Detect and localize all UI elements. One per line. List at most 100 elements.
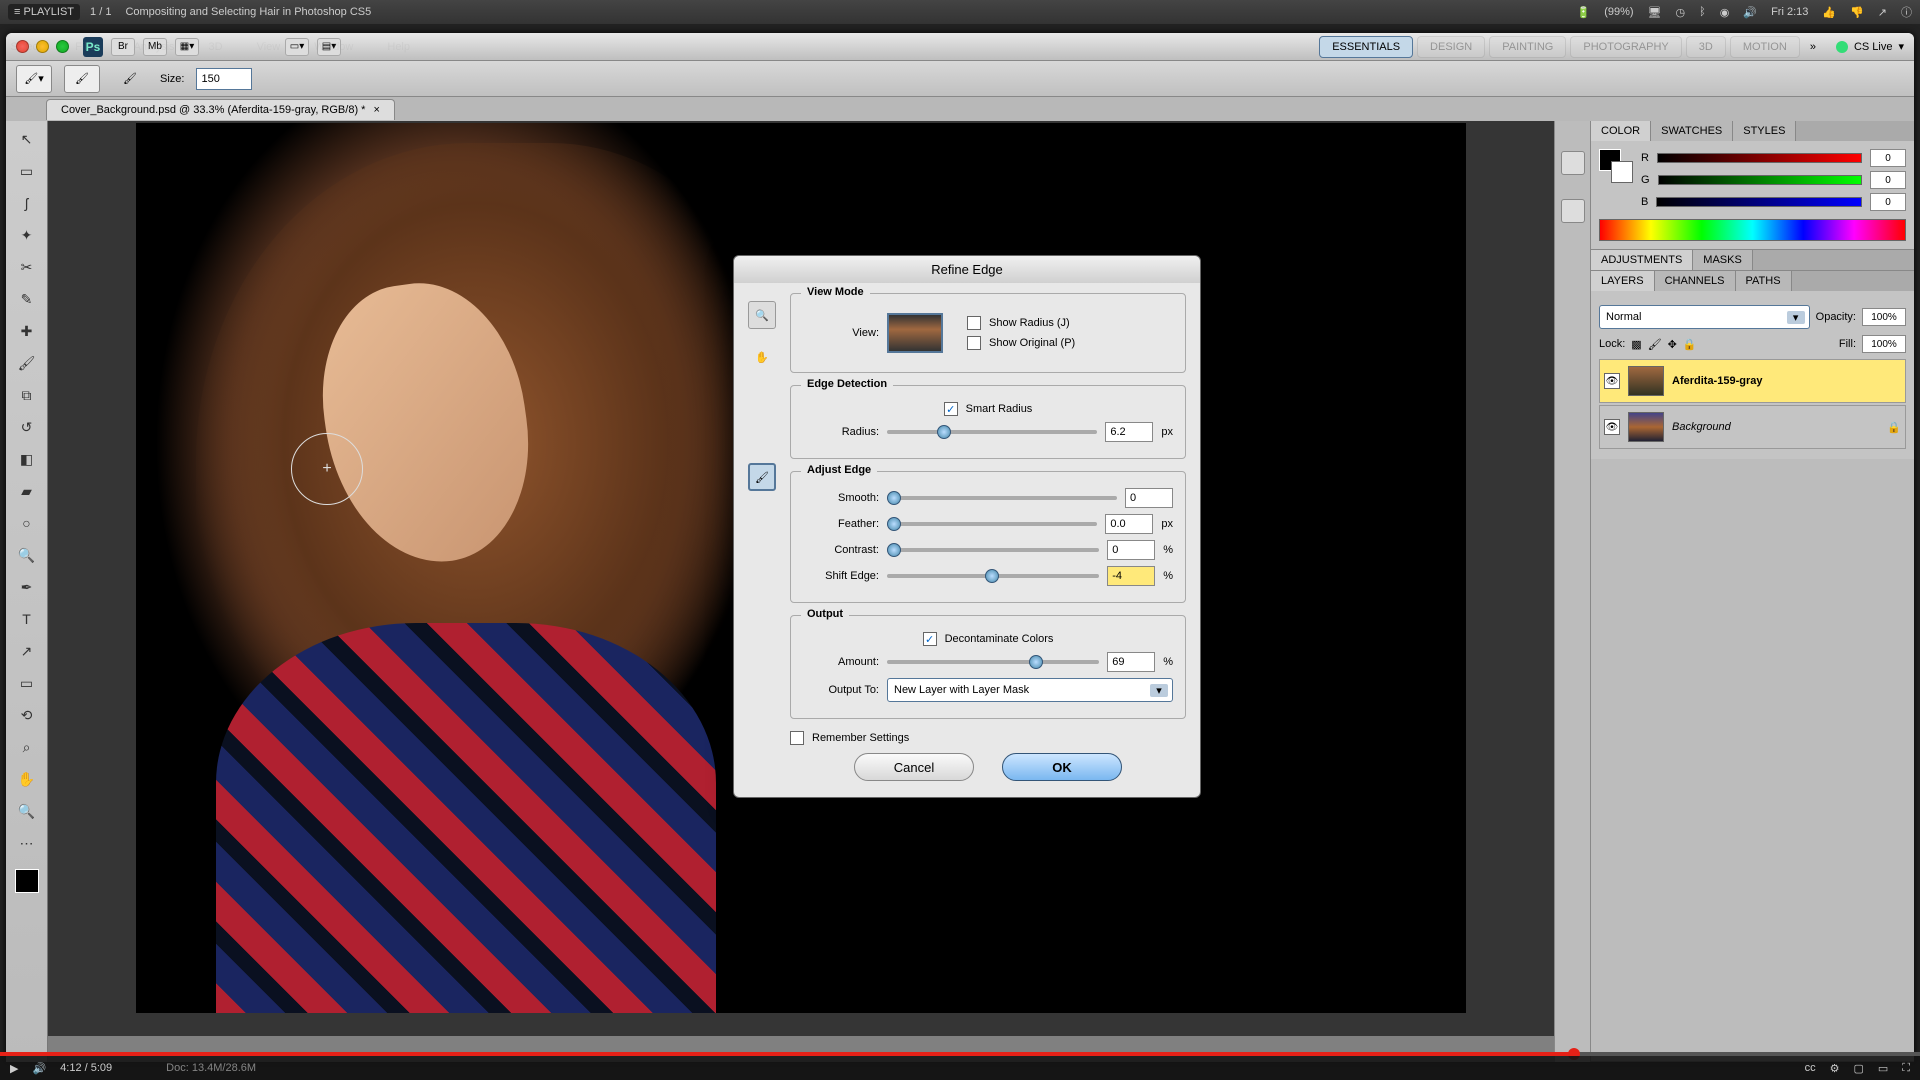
channels-tab[interactable]: CHANNELS [1655, 271, 1736, 291]
layers-tab[interactable]: LAYERS [1591, 271, 1655, 291]
crop-tool[interactable]: ✂ [12, 253, 42, 281]
g-slider[interactable] [1658, 175, 1862, 185]
play-button[interactable]: ▶ [10, 1062, 18, 1075]
menu-select[interactable]: Select [11, 41, 42, 53]
path-select-tool[interactable]: ↗ [12, 637, 42, 665]
yt-share-icon[interactable]: ↗ [1878, 6, 1887, 19]
lock-all-icon[interactable]: 🔒 [1683, 338, 1697, 351]
refine-radius-tool[interactable]: 🖌 [748, 463, 776, 491]
lasso-tool[interactable]: ʃ [12, 189, 42, 217]
workspace-essentials[interactable]: ESSENTIALS [1319, 36, 1413, 58]
r-slider[interactable] [1657, 153, 1862, 163]
blend-mode-select[interactable]: Normal [1599, 305, 1810, 329]
document-tab-close-icon[interactable]: × [373, 104, 379, 116]
show-radius-checkbox[interactable] [967, 316, 981, 330]
menu-view[interactable]: View [257, 41, 281, 53]
properties-panel-icon[interactable] [1561, 199, 1585, 223]
pen-tool[interactable]: ✒ [12, 573, 42, 601]
contrast-slider[interactable] [887, 548, 1099, 552]
adjustments-tab[interactable]: ADJUSTMENTS [1591, 250, 1693, 270]
output-to-select[interactable]: New Layer with Layer Mask [887, 678, 1173, 702]
layer-row[interactable]: 👁 Background 🔒 [1599, 405, 1906, 449]
hand-tool[interactable]: ✋ [12, 765, 42, 793]
eraser-tool[interactable]: ◧ [12, 445, 42, 473]
remember-settings-checkbox[interactable] [790, 731, 804, 745]
ok-button[interactable]: OK [1002, 753, 1122, 781]
3d-tool[interactable]: ⟲ [12, 701, 42, 729]
lock-pixels-icon[interactable]: 🖌 [1648, 338, 1662, 351]
move-tool[interactable]: ↖ [12, 125, 42, 153]
workspace-motion[interactable]: MOTION [1730, 36, 1800, 58]
cc-button[interactable]: cc [1805, 1062, 1816, 1074]
yt-dislike-icon[interactable]: 👎 [1850, 6, 1864, 19]
history-panel-icon[interactable] [1561, 151, 1585, 175]
layer-visibility-icon[interactable]: 👁 [1604, 419, 1620, 435]
3d-camera-tool[interactable]: ⌕ [12, 733, 42, 761]
bg-swatch[interactable] [1611, 161, 1633, 183]
smooth-input[interactable] [1125, 488, 1173, 508]
dodge-tool[interactable]: 🔍 [12, 541, 42, 569]
view-thumbnail-select[interactable] [887, 313, 943, 353]
amount-input[interactable] [1107, 652, 1155, 672]
contrast-input[interactable] [1107, 540, 1155, 560]
foreground-color-swatch[interactable] [15, 869, 39, 893]
healing-tool[interactable]: ✚ [12, 317, 42, 345]
miniplayer-icon[interactable]: ▢ [1853, 1062, 1863, 1075]
smart-radius-checkbox[interactable]: ✓ [944, 402, 958, 416]
menu-help[interactable]: Help [387, 41, 410, 53]
zoom-tool-icon[interactable]: 🔍 [748, 301, 776, 329]
opacity-input[interactable] [1862, 308, 1906, 326]
b-value[interactable] [1870, 193, 1906, 211]
menu-analysis[interactable]: Analysis [134, 41, 175, 53]
g-value[interactable] [1870, 171, 1906, 189]
fullscreen-icon[interactable]: ⛶ [1902, 1062, 1910, 1075]
shape-tool[interactable]: ▭ [12, 669, 42, 697]
layer-row[interactable]: 👁 Aferdita-159-gray [1599, 359, 1906, 403]
shift-edge-slider[interactable] [887, 574, 1099, 578]
color-spectrum[interactable] [1599, 219, 1906, 241]
paths-tab[interactable]: PATHS [1736, 271, 1792, 291]
hand-tool-icon[interactable]: ✋ [748, 343, 776, 371]
brush-mode-subtract[interactable]: 🖌 [112, 65, 148, 93]
playlist-badge[interactable]: ≡ PLAYLIST [8, 4, 80, 20]
decontaminate-checkbox[interactable]: ✓ [923, 632, 937, 646]
lock-position-icon[interactable]: ✥ [1668, 338, 1677, 351]
fill-input[interactable] [1862, 335, 1906, 353]
workspace-3d[interactable]: 3D [1686, 36, 1726, 58]
color-tab[interactable]: COLOR [1591, 121, 1651, 141]
show-original-checkbox[interactable] [967, 336, 981, 350]
eyedropper-tool[interactable]: ✎ [12, 285, 42, 313]
masks-tab[interactable]: MASKS [1693, 250, 1753, 270]
feather-input[interactable] [1105, 514, 1153, 534]
brush-mode-add[interactable]: 🖌 [64, 65, 100, 93]
amount-slider[interactable] [887, 660, 1099, 664]
brush-tool[interactable]: 🖌 [12, 349, 42, 377]
workspace-design[interactable]: DESIGN [1417, 36, 1485, 58]
workspace-overflow-icon[interactable]: » [1810, 41, 1816, 53]
settings-icon[interactable]: ⚙ [1830, 1062, 1840, 1075]
b-slider[interactable] [1656, 197, 1862, 207]
marquee-tool[interactable]: ▭ [12, 157, 42, 185]
theater-icon[interactable]: ▭ [1878, 1062, 1888, 1075]
zoom-tool[interactable]: 🔍 [12, 797, 42, 825]
brush-size-input[interactable] [196, 68, 252, 90]
type-tool[interactable]: T [12, 605, 42, 633]
current-tool-preset[interactable]: 🖌▾ [16, 65, 52, 93]
document-tab[interactable]: Cover_Background.psd @ 33.3% (Aferdita-1… [46, 99, 395, 120]
menu-window[interactable]: Window [314, 41, 353, 53]
radius-input[interactable] [1105, 422, 1153, 442]
workspace-photography[interactable]: PHOTOGRAPHY [1570, 36, 1681, 58]
quick-select-tool[interactable]: ✦ [12, 221, 42, 249]
shift-edge-input[interactable] [1107, 566, 1155, 586]
history-brush-tool[interactable]: ↺ [12, 413, 42, 441]
styles-tab[interactable]: STYLES [1733, 121, 1796, 141]
layer-visibility-icon[interactable]: 👁 [1604, 373, 1620, 389]
gradient-tool[interactable]: ▰ [12, 477, 42, 505]
cancel-button[interactable]: Cancel [854, 753, 974, 781]
stamp-tool[interactable]: ⧉ [12, 381, 42, 409]
menu-filter[interactable]: Filter [75, 41, 99, 53]
cs-live-button[interactable]: CS Live▾ [1836, 40, 1904, 53]
lock-transparent-icon[interactable]: ▩ [1631, 338, 1641, 351]
yt-info-icon[interactable]: ⓘ [1901, 4, 1912, 20]
feather-slider[interactable] [887, 522, 1097, 526]
